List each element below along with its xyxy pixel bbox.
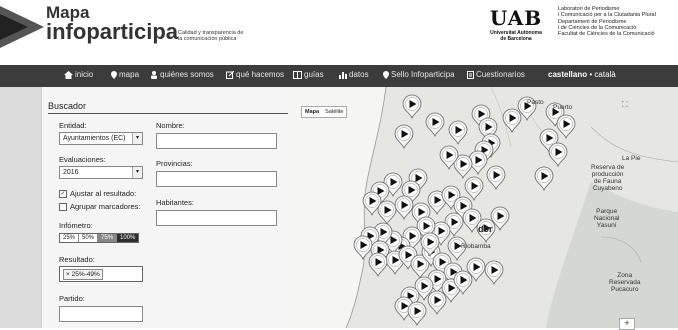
map-type-control: Mapa Satélite [301, 106, 348, 118]
ajustar-checkbox-row[interactable]: ✓ Ajustar al resultado: [59, 189, 136, 198]
map-label-cuyabeno: Reserva de producción de Fauna Cuyabeno [591, 164, 625, 192]
nav-label: Cuestionarios [476, 70, 525, 79]
lang-castellano[interactable]: castellano [548, 70, 587, 79]
lang-catala[interactable]: català [594, 70, 615, 79]
nav-label: Sello Infoparticipa [391, 70, 455, 79]
edit-icon [226, 70, 234, 79]
nav-item-quienes-somos[interactable]: quiénes somos [150, 70, 214, 79]
nav-item-inicio[interactable]: inicio [64, 70, 93, 79]
chevron-down-icon: ▾ [132, 133, 142, 144]
site-header: Mapa infoparticipa Calidad y transparenc… [0, 0, 678, 64]
entidad-value: Ayuntamientos (EC) [63, 135, 126, 142]
evaluaciones-select[interactable]: 2016 ▾ [59, 166, 143, 179]
uab-logo-mark: UAB [489, 6, 543, 30]
fullscreen-icon[interactable]: ⛶ [622, 100, 628, 110]
left-gutter [0, 87, 41, 328]
evaluaciones-label: Evaluaciones: [59, 155, 106, 164]
resultado-input[interactable]: × 25%-49% [59, 266, 143, 282]
entidad-select[interactable]: Ayuntamientos (EC) ▾ [59, 132, 143, 145]
infometro-option-100[interactable]: 100% [117, 234, 139, 242]
nombre-input[interactable] [156, 133, 277, 149]
map-label-country: dor [478, 224, 493, 234]
document-icon [467, 70, 474, 79]
infometro-toggle: 25% 50% 75% 100% [59, 233, 140, 243]
user-icon [151, 70, 157, 79]
map-type-map[interactable]: Mapa [302, 107, 322, 117]
nav-item-guias[interactable]: guías [293, 70, 324, 79]
map-label-yasuni: Parque Nacional Yasuní [594, 208, 620, 229]
provincias-input[interactable] [156, 171, 277, 187]
brand-tagline: Calidad y transparencia de la comunicaci… [178, 30, 244, 42]
agrupar-checkbox[interactable] [59, 202, 67, 211]
agrupar-checkbox-row[interactable]: Agrupar marcadores: [59, 202, 140, 211]
nav-label: quiénes somos [160, 70, 214, 79]
lab-description: Laboratori de Periodisme i Comunicació p… [558, 6, 676, 37]
nav-label: guías [304, 70, 324, 79]
resultado-tag[interactable]: × 25%-49% [63, 269, 103, 280]
nav-item-sello-infoparticipa[interactable]: Sello Infoparticipa [383, 70, 455, 79]
nav-label: qué hacemos [236, 70, 285, 79]
map-pin-icon [111, 70, 117, 79]
infometro-option-50[interactable]: 50% [79, 234, 99, 242]
nav-item-cuestionarios[interactable]: Cuestionarios [467, 70, 525, 79]
home-icon [64, 70, 73, 79]
ajustar-checkbox[interactable]: ✓ [59, 189, 67, 198]
main-nav: inicio mapa quiénes somos qué hacemos gu… [0, 65, 678, 87]
nav-item-que-hacemos[interactable]: qué hacemos [226, 70, 284, 79]
bar-chart-icon [339, 71, 347, 79]
uab-logo[interactable]: UAB Universitat Autònoma de Barcelona [488, 8, 544, 42]
infometro-label: Infómetro: [59, 221, 93, 230]
infometro-option-75[interactable]: 75% [98, 234, 118, 242]
pin-icon [383, 70, 389, 79]
provincias-label: Provincias: [156, 159, 193, 168]
mapa-logo-icon [0, 6, 44, 48]
agrupar-label: Agrupar marcadores: [70, 202, 141, 211]
habitantes-label: Habitantes: [156, 198, 194, 207]
uab-logo-name: Universitat Autònoma de Barcelona [490, 30, 542, 42]
nav-item-datos[interactable]: datos [339, 70, 369, 79]
nav-item-mapa[interactable]: mapa [111, 70, 139, 79]
evaluaciones-value: 2016 [63, 169, 79, 176]
map-label-pucacuro: Zona Reservada Pucacuro [609, 272, 641, 293]
resultado-label: Resultado: [59, 255, 95, 264]
lab-line: Facultat de Ciències de la Comunicació [558, 31, 655, 38]
map-label-puerto: Puerto [553, 104, 573, 111]
map-type-satellite[interactable]: Satélite [322, 107, 346, 117]
brand-title-line2[interactable]: infoparticipa [46, 20, 178, 44]
nav-label: datos [349, 70, 369, 79]
book-icon [293, 70, 302, 79]
map-label-lapie: La Pie [622, 155, 641, 162]
entidad-label: Entidad: [59, 121, 87, 130]
nav-label: mapa [119, 70, 140, 79]
infometro-option-25[interactable]: 25% [60, 234, 80, 242]
map-label-pasto: Pasto [527, 99, 544, 106]
nombre-label: Nombre: [156, 121, 185, 130]
partido-input[interactable] [59, 306, 143, 322]
language-switcher: castellano • català [548, 70, 616, 79]
map-label-riobamba: Riobamba [461, 243, 491, 250]
chevron-down-icon: ▾ [132, 167, 142, 178]
partido-label: Partido: [59, 294, 85, 303]
ajustar-label: Ajustar al resultado: [70, 189, 137, 198]
panel-title: Buscador [48, 101, 288, 114]
zoom-in-button[interactable]: + [619, 318, 635, 330]
nav-label: inicio [75, 70, 94, 79]
habitantes-input[interactable] [156, 210, 277, 226]
